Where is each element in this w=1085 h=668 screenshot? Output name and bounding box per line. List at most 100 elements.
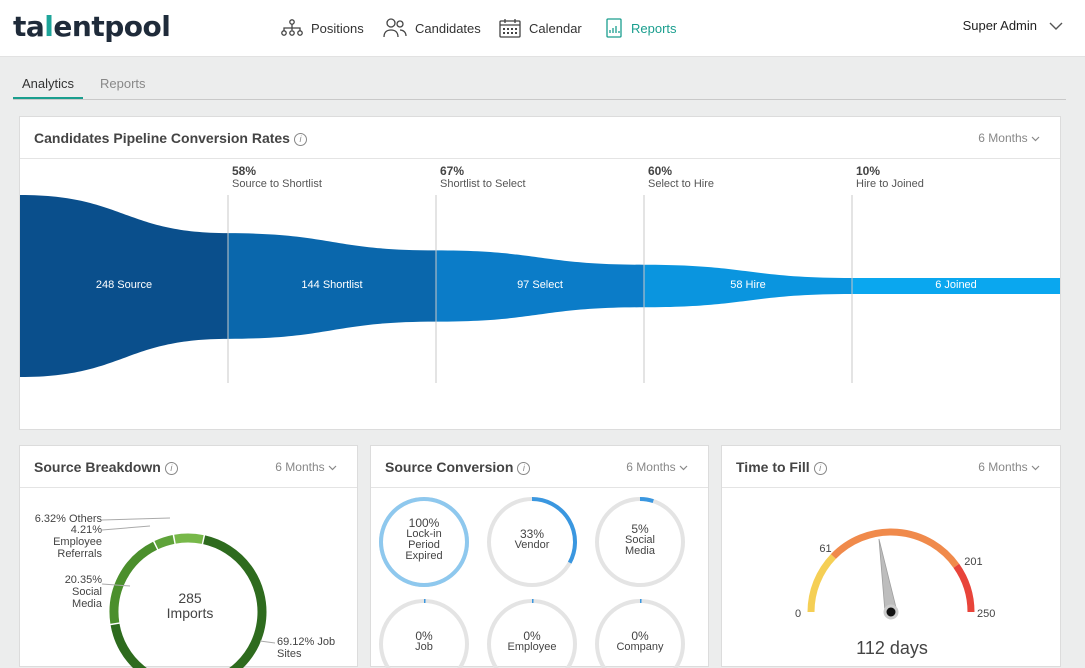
logo[interactable]: talentpool	[13, 10, 170, 43]
stage-conversion-pct: 58%	[232, 164, 256, 178]
chevron-down-icon	[679, 465, 688, 471]
info-icon[interactable]: i	[517, 462, 530, 475]
donut-slice-label-line: 69.12% Job	[277, 636, 347, 648]
nav-reports-label: Reports	[631, 21, 677, 36]
pipeline-period-select[interactable]: 6 Months	[978, 131, 1040, 145]
donut-slice[interactable]	[114, 546, 155, 623]
source-breakdown-period-select[interactable]: 6 Months	[275, 460, 337, 474]
people-icon	[383, 18, 407, 38]
nav-calendar-label: Calendar	[529, 21, 582, 36]
ring-label: 0%Job	[384, 631, 464, 653]
source-conversion-card: Source Conversioni 6 Months 100%Lock-inP…	[370, 445, 709, 667]
ring-label: 5%SocialMedia	[600, 524, 680, 557]
nav-positions[interactable]: Positions	[281, 0, 364, 56]
ring-source-name: Media	[600, 546, 680, 557]
source-conversion-header: Source Conversioni 6 Months	[371, 446, 708, 488]
source-conversion-period-select[interactable]: 6 Months	[626, 460, 688, 474]
donut-slice-label: 6.32% Others	[32, 513, 102, 525]
pipeline-card-header: Candidates Pipeline Conversion Ratesi 6 …	[20, 117, 1060, 159]
donut-leader-line	[260, 641, 275, 643]
ring-percent: 5%	[600, 524, 680, 535]
donut-slice-label: 69.12% JobSites	[277, 636, 347, 660]
donut-slice[interactable]	[156, 539, 173, 545]
user-name: Super Admin	[963, 18, 1037, 33]
ring-source-name: Vendor	[492, 540, 572, 551]
tab-analytics[interactable]: Analytics	[13, 76, 83, 99]
donut-slice-label-line: Referrals	[32, 548, 102, 560]
time-to-fill-title: Time to Filli	[736, 459, 827, 475]
time-to-fill-value: 112 days	[822, 638, 962, 659]
ring-source-name: Company	[600, 642, 680, 653]
source-breakdown-title: Source Breakdowni	[34, 459, 178, 475]
gauge-tick-label: 201	[964, 556, 982, 568]
ring-source-name: Employee	[492, 642, 572, 653]
pipeline-funnel-chart	[20, 158, 1060, 428]
user-menu[interactable]: Super Admin	[963, 18, 1063, 33]
ring-progress[interactable]	[640, 499, 653, 501]
tab-bar: Analytics Reports	[13, 70, 1066, 100]
funnel-segment-label: 248 Source	[20, 279, 228, 291]
donut-slice-label-line: Employee	[32, 536, 102, 548]
stage-conversion-label: Select to Hire	[648, 178, 714, 190]
ring-label: 100%Lock-inPeriodExpired	[384, 518, 464, 562]
funnel-segment-label: 97 Select	[436, 279, 644, 291]
report-icon	[605, 18, 623, 38]
donut-center-label: Imports	[150, 606, 230, 621]
stage-conversion-pct: 10%	[856, 164, 880, 178]
tab-reports[interactable]: Reports	[100, 76, 146, 91]
nav-positions-label: Positions	[311, 21, 364, 36]
info-icon[interactable]: i	[814, 462, 827, 475]
source-breakdown-card: Source Breakdowni 6 Months 285 Imports 6…	[19, 445, 358, 667]
donut-slice-label-line: Media	[32, 598, 102, 610]
donut-slice-label: 4.21%EmployeeReferrals	[32, 524, 102, 560]
gauge-band	[956, 566, 971, 612]
time-to-fill-period-label: 6 Months	[978, 460, 1027, 474]
donut-slice[interactable]	[175, 538, 203, 539]
pipeline-card: Candidates Pipeline Conversion Ratesi 6 …	[19, 116, 1061, 430]
nav-calendar[interactable]: Calendar	[499, 0, 582, 56]
source-breakdown-period-label: 6 Months	[275, 460, 324, 474]
time-to-fill-header: Time to Filli 6 Months	[722, 446, 1060, 488]
ring-label: 0%Employee	[492, 631, 572, 653]
stage-conversion-pct: 60%	[648, 164, 672, 178]
ring-label: 0%Company	[600, 631, 680, 653]
time-to-fill-period-select[interactable]: 6 Months	[978, 460, 1040, 474]
logo-text-left: ta	[13, 10, 44, 43]
chevron-down-icon	[1031, 136, 1040, 142]
stage-conversion-label: Hire to Joined	[856, 178, 924, 190]
gauge-band	[811, 557, 833, 612]
funnel-segment-label: 58 Hire	[644, 279, 852, 291]
ring-label: 33%Vendor	[492, 529, 572, 551]
source-conversion-title: Source Conversioni	[385, 459, 530, 475]
top-bar: talentpool Positions Candidates Calendar…	[0, 0, 1085, 57]
org-chart-icon	[281, 19, 303, 37]
time-to-fill-card: Time to Filli 6 Months 061201250 112 day…	[721, 445, 1061, 667]
nav-candidates[interactable]: Candidates	[383, 0, 481, 56]
stage-conversion-pct: 67%	[440, 164, 464, 178]
ring-source-name: Job	[384, 642, 464, 653]
nav-candidates-label: Candidates	[415, 21, 481, 36]
gauge-needle	[879, 539, 897, 613]
info-icon[interactable]: i	[294, 133, 307, 146]
source-breakdown-header: Source Breakdowni 6 Months	[20, 446, 357, 488]
pipeline-title: Candidates Pipeline Conversion Ratesi	[34, 130, 307, 146]
source-conversion-period-label: 6 Months	[626, 460, 675, 474]
donut-slice-label-line: 20.35% Social	[32, 574, 102, 598]
donut-center: 285 Imports	[150, 591, 230, 621]
ring-source-name: Expired	[384, 551, 464, 562]
ring-source-name: Social	[600, 535, 680, 546]
info-icon[interactable]: i	[165, 462, 178, 475]
chevron-down-icon	[1049, 22, 1063, 30]
nav-reports[interactable]: Reports	[605, 0, 677, 56]
funnel-segment-label: 144 Shortlist	[228, 279, 436, 291]
calendar-icon	[499, 18, 521, 38]
funnel-segment-label: 6 Joined	[852, 279, 1060, 291]
gauge-band	[833, 532, 956, 566]
chevron-down-icon	[328, 465, 337, 471]
gauge-tick-label: 250	[977, 608, 995, 620]
stage-conversion-label: Shortlist to Select	[440, 178, 526, 190]
gauge-tick-label: 61	[819, 543, 831, 555]
pipeline-period-label: 6 Months	[978, 131, 1027, 145]
donut-slice-label: 20.35% SocialMedia	[32, 574, 102, 610]
gauge-hub	[885, 606, 897, 618]
